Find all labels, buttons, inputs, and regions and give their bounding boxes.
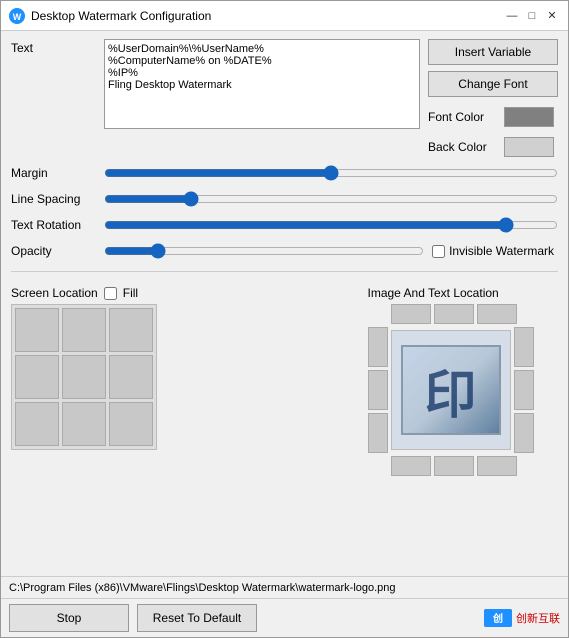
grid-cell-8[interactable] <box>62 402 106 446</box>
window-controls: — □ ✕ <box>504 8 560 24</box>
window-title: Desktop Watermark Configuration <box>31 9 504 23</box>
text-area-wrap: %UserDomain%\%UserName% %ComputerName% o… <box>104 39 420 132</box>
image-location-label: Image And Text Location <box>368 286 559 300</box>
img-right-btn-2[interactable] <box>514 370 534 410</box>
margin-row: Margin <box>11 163 558 183</box>
line-spacing-row: Line Spacing <box>11 189 558 209</box>
img-left-btn-3[interactable] <box>368 413 388 453</box>
img-left-btn-1[interactable] <box>368 327 388 367</box>
font-color-label: Font Color <box>428 110 498 124</box>
stop-button[interactable]: Stop <box>9 604 129 632</box>
invisible-watermark-wrap: Invisible Watermark <box>432 244 558 258</box>
grid-cell-4[interactable] <box>15 355 59 399</box>
text-input[interactable]: %UserDomain%\%UserName% %ComputerName% o… <box>104 39 420 129</box>
image-inner: 印 <box>401 345 501 435</box>
change-font-button[interactable]: Change Font <box>428 71 558 97</box>
fill-checkbox[interactable] <box>104 287 117 300</box>
img-right-buttons <box>514 327 534 453</box>
svg-text:W: W <box>13 12 22 22</box>
opacity-row: Opacity Invisible Watermark <box>11 241 558 261</box>
text-rotation-row: Text Rotation <box>11 215 558 235</box>
divider <box>11 271 558 272</box>
title-bar: W Desktop Watermark Configuration — □ ✕ <box>1 1 568 31</box>
grid-cell-7[interactable] <box>15 402 59 446</box>
img-bot-btn-1[interactable] <box>391 456 431 476</box>
fill-label: Fill <box>123 286 138 300</box>
reset-button[interactable]: Reset To Default <box>137 604 257 632</box>
margin-slider[interactable] <box>104 163 558 183</box>
location-section: Screen Location Fill <box>11 286 558 476</box>
line-spacing-label: Line Spacing <box>11 192 96 206</box>
brand-name: 创新互联 <box>516 610 560 626</box>
status-bar: C:\Program Files (x86)\VMware\Flings\Des… <box>1 576 568 598</box>
back-color-row: Back Color <box>428 137 558 157</box>
brand-area: 创 创新互联 <box>484 609 560 627</box>
back-color-swatch[interactable] <box>504 137 554 157</box>
main-content: Text %UserDomain%\%UserName% %ComputerNa… <box>1 31 568 576</box>
text-label: Text <box>11 39 96 55</box>
minimize-button[interactable]: — <box>504 8 520 24</box>
screen-location-grid <box>11 304 157 450</box>
grid-cell-6[interactable] <box>109 355 153 399</box>
insert-variable-button[interactable]: Insert Variable <box>428 39 558 65</box>
maximize-button[interactable]: □ <box>524 8 540 24</box>
font-color-row: Font Color <box>428 107 558 127</box>
img-top-btn-1[interactable] <box>391 304 431 324</box>
img-right-btn-1[interactable] <box>514 327 534 367</box>
img-left-btn-2[interactable] <box>368 370 388 410</box>
img-bot-btn-3[interactable] <box>477 456 517 476</box>
grid-cell-3[interactable] <box>109 308 153 352</box>
opacity-slider[interactable] <box>104 241 424 261</box>
stamp-character: 印 <box>424 353 476 428</box>
app-icon: W <box>9 8 25 24</box>
grid-cell-5[interactable] <box>62 355 106 399</box>
image-location-container: Image And Text Location <box>368 286 559 476</box>
image-preview: 印 <box>391 330 511 450</box>
img-top-btn-3[interactable] <box>477 304 517 324</box>
right-buttons: Insert Variable Change Font Font Color B… <box>428 39 558 157</box>
screen-location-header: Screen Location Fill <box>11 286 138 300</box>
image-top-buttons <box>368 304 559 324</box>
text-row: Text %UserDomain%\%UserName% %ComputerNa… <box>11 39 558 157</box>
margin-label: Margin <box>11 166 96 180</box>
status-path: C:\Program Files (x86)\VMware\Flings\Des… <box>9 582 396 594</box>
img-bot-btn-2[interactable] <box>434 456 474 476</box>
text-rotation-slider[interactable] <box>104 215 558 235</box>
main-window: W Desktop Watermark Configuration — □ ✕ … <box>0 0 569 638</box>
line-spacing-slider[interactable] <box>104 189 558 209</box>
screen-location-label: Screen Location <box>11 286 98 300</box>
grid-cell-9[interactable] <box>109 402 153 446</box>
text-rotation-label: Text Rotation <box>11 218 96 232</box>
brand-logo: 创 <box>484 609 512 627</box>
img-top-btn-2[interactable] <box>434 304 474 324</box>
invisible-watermark-label: Invisible Watermark <box>449 244 554 258</box>
grid-cell-1[interactable] <box>15 308 59 352</box>
close-button[interactable]: ✕ <box>544 8 560 24</box>
font-color-swatch[interactable] <box>504 107 554 127</box>
invisible-watermark-checkbox[interactable] <box>432 245 445 258</box>
image-bottom-buttons <box>368 456 559 476</box>
svg-text:创: 创 <box>492 612 503 625</box>
bottom-bar: Stop Reset To Default 创 创新互联 <box>1 598 568 637</box>
image-grid-wrap: 印 <box>368 327 559 453</box>
screen-location-container: Screen Location Fill <box>11 286 157 476</box>
grid-cell-2[interactable] <box>62 308 106 352</box>
img-right-btn-3[interactable] <box>514 413 534 453</box>
back-color-label: Back Color <box>428 140 498 154</box>
opacity-label: Opacity <box>11 244 96 258</box>
img-left-buttons <box>368 327 388 453</box>
